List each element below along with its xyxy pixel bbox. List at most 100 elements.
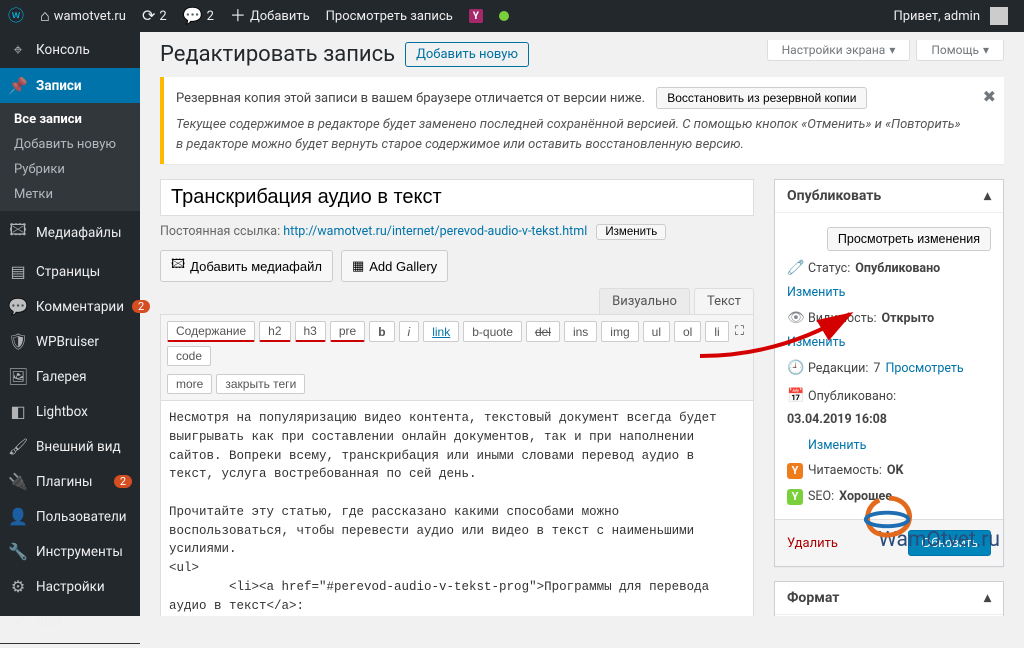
admin-menu: ⌖Консоль 📌Записи Все записи Добавить нов… [0, 32, 140, 616]
permalink-edit-button[interactable]: Изменить [596, 224, 666, 240]
screen-options-tab[interactable]: Настройки экрана ▾ [767, 40, 911, 61]
chevron-up-icon: ▴ [984, 590, 991, 606]
notice-body: Текущее содержимое в редакторе будет зам… [176, 115, 966, 154]
qt-h3[interactable]: h3 [295, 321, 326, 342]
status-edit-link[interactable]: Изменить [787, 284, 845, 302]
qt-li[interactable]: li [705, 321, 728, 342]
screen-meta: Настройки экрана ▾ Помощь ▾ [767, 40, 1004, 61]
menu-wpbruiser[interactable]: 🛡WPBruiser [0, 324, 140, 359]
backup-notice: Резервная копия этой записи в вашем брау… [160, 77, 1004, 164]
submenu-all-posts[interactable]: Все записи [0, 107, 140, 132]
quicktags-toolbar: Содержание h2 h3 pre b i link b-quote de… [161, 315, 753, 401]
add-media-button[interactable]: 🖾Добавить медиафайл [160, 250, 333, 282]
post-content-textarea[interactable] [161, 401, 753, 616]
published-edit-link[interactable]: Изменить [808, 437, 866, 455]
add-gallery-button[interactable]: ▦Add Gallery [341, 250, 448, 282]
qt-ul[interactable]: ul [643, 321, 670, 342]
dismiss-notice-button[interactable]: ✖ [983, 85, 996, 109]
media-icon: 🖾 [171, 255, 185, 277]
menu-gallery[interactable]: 🖼Галерея [0, 359, 140, 394]
qt-i[interactable]: i [399, 321, 420, 342]
qt-pre[interactable]: pre [330, 321, 365, 342]
fullscreen-button[interactable]: ⛶ [732, 321, 747, 342]
qt-img[interactable]: img [601, 321, 638, 342]
key-icon: 🧷 [787, 259, 803, 279]
qt-h2[interactable]: h2 [259, 321, 290, 342]
menu-posts-submenu: Все записи Добавить новую Рубрики Метки [0, 103, 140, 211]
shield-icon: 🛡 [8, 332, 28, 351]
help-tab[interactable]: Помощь ▾ [916, 40, 1004, 61]
permalink-row: Постоянная ссылка: http://wamotvet.ru/in… [160, 224, 754, 240]
format-box: Формат▴ 📌Стандартный 🗒Заметка 🖼Изображен… [774, 581, 1004, 616]
menu-settings[interactable]: ⚙Настройки [0, 569, 140, 604]
yoast-seo-icon: Y [787, 489, 803, 505]
revisions-view-link[interactable]: Просмотреть [885, 360, 963, 378]
publish-box: Опубликовать▴ Просмотреть изменения 🧷Ста… [774, 179, 1004, 567]
menu-media[interactable]: 🖾Медиафайлы [0, 211, 140, 254]
status-dot[interactable] [491, 0, 517, 32]
qt-b[interactable]: b [369, 321, 394, 342]
comments-link[interactable]: 💬2 [175, 0, 222, 32]
lightbox-icon: ◧ [8, 402, 28, 421]
submenu-add-post[interactable]: Добавить новую [0, 132, 140, 157]
new-content-link[interactable]: ＋Добавить [222, 0, 318, 32]
eye-icon: 👁 [787, 309, 803, 329]
publish-box-header[interactable]: Опубликовать▴ [775, 180, 1003, 213]
qt-ins[interactable]: ins [564, 321, 597, 342]
qt-close-tags[interactable]: закрыть теги [216, 374, 305, 394]
calendar-icon: 📅 [787, 387, 803, 407]
menu-appearance[interactable]: 🖌Внешний вид [0, 429, 140, 464]
my-account[interactable]: Привет, admin [885, 0, 1016, 32]
admin-bar: ⓦ ⌂wamotvet.ru ⟳2 💬2 ＋Добавить Просмотре… [0, 0, 1024, 32]
format-box-header[interactable]: Формат▴ [775, 582, 1003, 615]
yoast-link[interactable]: Y [461, 0, 491, 32]
plug-icon: 🔌 [8, 472, 28, 491]
qt-link[interactable]: link [423, 321, 459, 342]
user-icon: 👤 [8, 507, 28, 526]
visibility-edit-link[interactable]: Изменить [787, 334, 845, 352]
qt-code[interactable]: code [167, 346, 211, 366]
preview-changes-button[interactable]: Просмотреть изменения [827, 227, 991, 251]
menu-comments[interactable]: 💬Комментарии2 [0, 289, 140, 324]
post-title-input[interactable] [160, 179, 754, 216]
view-post-link[interactable]: Просмотреть запись [318, 0, 461, 32]
submenu-tags[interactable]: Метки [0, 182, 140, 207]
qt-del[interactable]: del [526, 321, 560, 342]
revisions-icon: 🕘 [787, 359, 803, 379]
menu-plugins[interactable]: 🔌Плагины2 [0, 464, 140, 499]
submenu-categories[interactable]: Рубрики [0, 157, 140, 182]
qt-ol[interactable]: ol [674, 321, 701, 342]
menu-posts[interactable]: 📌Записи [0, 68, 140, 103]
restore-backup-button[interactable]: Восстановить из резервной копии [656, 87, 867, 109]
yoast-readability-icon: Y [787, 463, 803, 479]
sliders-icon: ⚙ [8, 577, 28, 596]
chevron-up-icon: ▴ [984, 188, 991, 204]
tab-visual[interactable]: Визуально [599, 288, 690, 314]
gauge-icon: ⌖ [8, 40, 28, 60]
wp-logo[interactable]: ⓦ [0, 0, 32, 32]
chevron-down-icon: ▾ [983, 43, 989, 57]
qt-toc[interactable]: Содержание [167, 321, 255, 342]
avatar-icon [990, 7, 1008, 25]
grid-icon: ▦ [352, 258, 364, 274]
comment-icon: 💬 [8, 297, 28, 316]
site-name-link[interactable]: ⌂wamotvet.ru [32, 0, 134, 32]
page-title: Редактировать запись [160, 42, 395, 67]
menu-users[interactable]: 👤Пользователи [0, 499, 140, 534]
menu-pages[interactable]: ▤Страницы [0, 254, 140, 289]
menu-lightbox[interactable]: ◧Lightbox [0, 394, 140, 429]
wrench-icon: 🔧 [8, 542, 28, 561]
brush-icon: 🖌 [8, 437, 28, 456]
add-new-button[interactable]: Добавить новую [405, 42, 529, 67]
update-button[interactable]: Обновить [908, 530, 991, 556]
chevron-down-icon: ▾ [889, 43, 895, 57]
tab-text[interactable]: Текст [694, 288, 754, 314]
pin-icon: 📌 [8, 76, 28, 95]
menu-tools[interactable]: 🔧Инструменты [0, 534, 140, 569]
permalink-link[interactable]: http://wamotvet.ru/internet/perevod-audi… [283, 224, 587, 239]
qt-bquote[interactable]: b-quote [463, 321, 522, 342]
updates-link[interactable]: ⟳2 [134, 0, 175, 32]
qt-more[interactable]: more [167, 374, 212, 394]
menu-dashboard[interactable]: ⌖Консоль [0, 32, 140, 68]
delete-post-link[interactable]: Удалить [787, 536, 838, 551]
